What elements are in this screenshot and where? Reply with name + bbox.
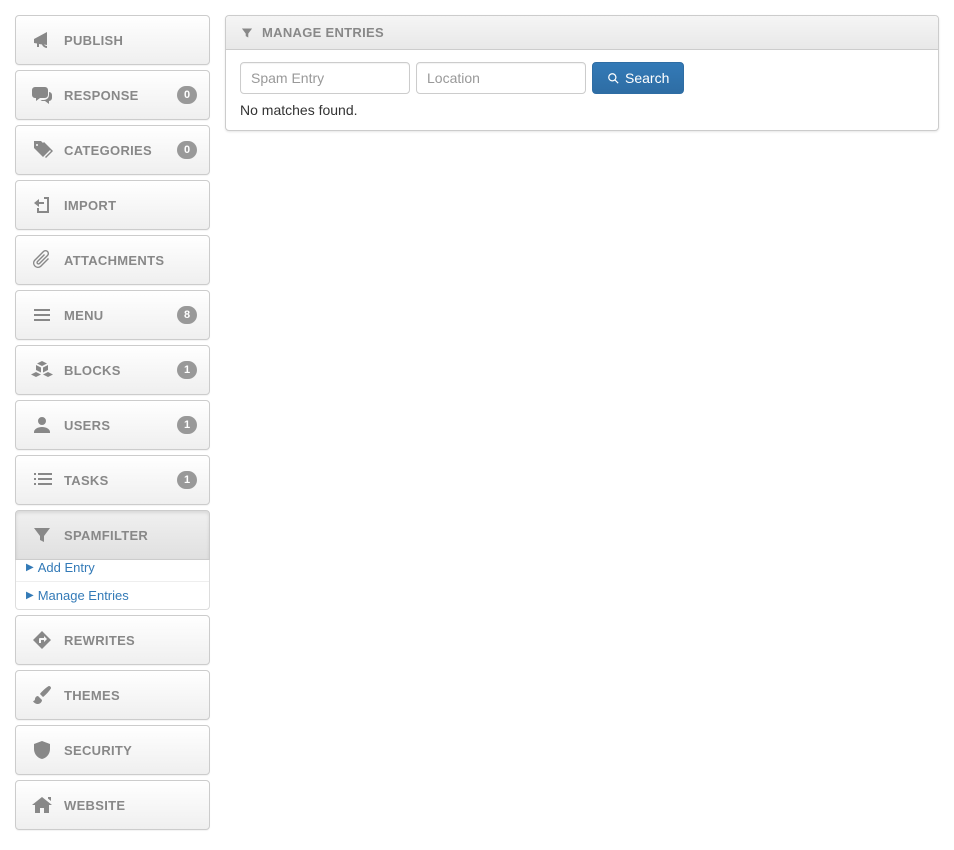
sidebar-item-label: REWRITES: [64, 633, 197, 648]
panel-title: MANAGE ENTRIES: [262, 25, 384, 40]
comments-icon: [28, 85, 56, 105]
tasks-icon: [28, 470, 56, 490]
sidebar-item-label: MENU: [64, 308, 177, 323]
bullhorn-icon: [28, 30, 56, 50]
tags-icon: [28, 140, 56, 160]
sidebar-item-label: SPAMFILTER: [64, 528, 197, 543]
panel-header: MANAGE ENTRIES: [226, 16, 938, 50]
result-message: No matches found.: [240, 102, 924, 118]
filter-icon: [240, 26, 254, 40]
sidebar-item-label: USERS: [64, 418, 177, 433]
sidebar-item-tasks[interactable]: TASKS 1: [15, 455, 210, 505]
main-content: MANAGE ENTRIES Search No matches found.: [225, 15, 939, 835]
search-button[interactable]: Search: [592, 62, 684, 94]
sidebar: PUBLISH RESPONSE 0 CATEGORIES 0 IMPORT A…: [15, 15, 210, 835]
import-icon: [28, 195, 56, 215]
sidebar-item-attachments[interactable]: ATTACHMENTS: [15, 235, 210, 285]
sidebar-item-publish[interactable]: PUBLISH: [15, 15, 210, 65]
cubes-icon: [28, 360, 56, 380]
sidebar-item-label: TASKS: [64, 473, 177, 488]
search-icon: [607, 72, 620, 85]
sidebar-item-label: SECURITY: [64, 743, 197, 758]
search-form: Search: [240, 62, 924, 94]
filter-icon: [28, 525, 56, 545]
badge-count: 0: [177, 86, 197, 104]
badge-count: 0: [177, 141, 197, 159]
badge-count: 1: [177, 416, 197, 434]
location-input[interactable]: [416, 62, 586, 94]
sidebar-item-label: BLOCKS: [64, 363, 177, 378]
sidebar-item-users[interactable]: USERS 1: [15, 400, 210, 450]
panel-body: Search No matches found.: [226, 50, 938, 130]
sidebar-item-label: CATEGORIES: [64, 143, 177, 158]
caret-right-icon: ▶: [26, 590, 34, 601]
badge-count: 8: [177, 306, 197, 324]
menu-icon: [28, 305, 56, 325]
sidebar-item-categories[interactable]: CATEGORIES 0: [15, 125, 210, 175]
sidebar-item-label: PUBLISH: [64, 33, 197, 48]
subnav-spamfilter: ▶ Add Entry ▶ Manage Entries: [15, 554, 210, 610]
sidebar-item-rewrites[interactable]: REWRITES: [15, 615, 210, 665]
user-icon: [28, 415, 56, 435]
directions-icon: [28, 630, 56, 650]
sidebar-item-spamfilter[interactable]: SPAMFILTER: [15, 510, 210, 560]
search-button-label: Search: [625, 70, 669, 86]
paint-brush-icon: [28, 685, 56, 705]
subnav-manage-entries[interactable]: ▶ Manage Entries: [16, 582, 209, 609]
sidebar-item-label: THEMES: [64, 688, 197, 703]
sidebar-item-website[interactable]: WEBSITE: [15, 780, 210, 830]
subnav-label: Manage Entries: [38, 588, 129, 603]
badge-count: 1: [177, 361, 197, 379]
spam-entry-input[interactable]: [240, 62, 410, 94]
sidebar-item-response[interactable]: RESPONSE 0: [15, 70, 210, 120]
sidebar-item-import[interactable]: IMPORT: [15, 180, 210, 230]
shield-icon: [28, 740, 56, 760]
manage-entries-panel: MANAGE ENTRIES Search No matches found.: [225, 15, 939, 131]
sidebar-item-blocks[interactable]: BLOCKS 1: [15, 345, 210, 395]
sidebar-item-menu[interactable]: MENU 8: [15, 290, 210, 340]
sidebar-item-themes[interactable]: THEMES: [15, 670, 210, 720]
badge-count: 1: [177, 471, 197, 489]
sidebar-item-label: RESPONSE: [64, 88, 177, 103]
home-icon: [28, 795, 56, 815]
subnav-label: Add Entry: [38, 560, 95, 575]
sidebar-item-label: ATTACHMENTS: [64, 253, 197, 268]
sidebar-item-label: IMPORT: [64, 198, 197, 213]
sidebar-item-security[interactable]: SECURITY: [15, 725, 210, 775]
caret-right-icon: ▶: [26, 562, 34, 573]
paperclip-icon: [28, 250, 56, 270]
